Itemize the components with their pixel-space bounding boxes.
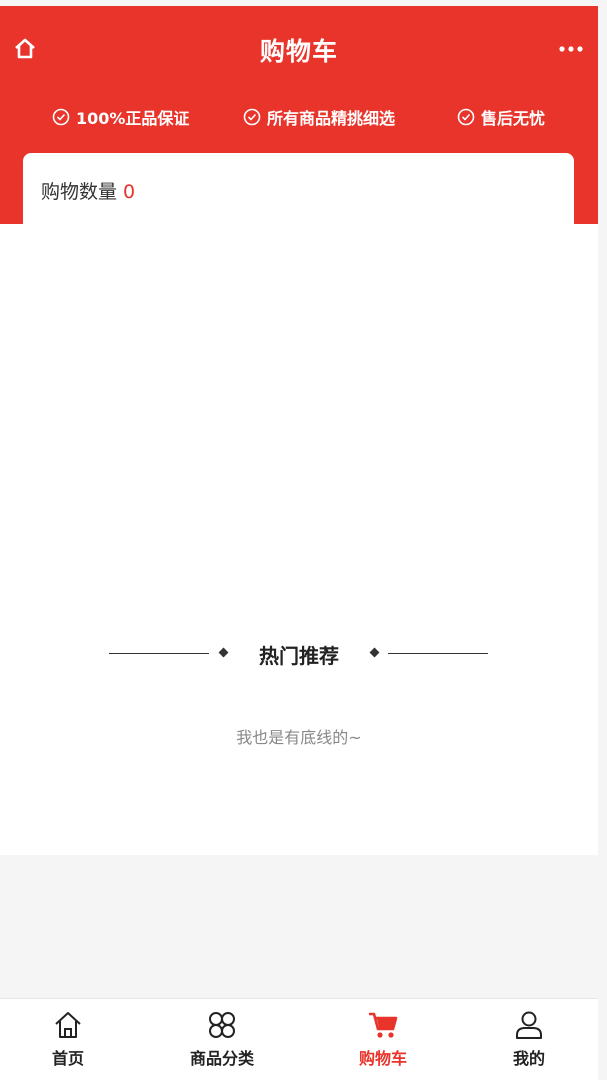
home-icon — [55, 1012, 81, 1038]
check-circle-icon — [457, 108, 475, 126]
tab-profile[interactable]: 我的 — [469, 1009, 589, 1071]
tab-cart[interactable]: 购物车 — [323, 1009, 443, 1071]
guarantee-selected: 所有商品精挑细选 — [243, 104, 395, 130]
cart-count-value: 0 — [123, 181, 136, 203]
cart-icon — [369, 1012, 398, 1038]
guarantee-label: 100%正品保证 — [76, 109, 190, 128]
tab-label: 购物车 — [358, 1049, 407, 1068]
guarantee-bar: 100%正品保证 所有商品精挑细选 售后无忧 — [0, 104, 598, 130]
page-title: 购物车 — [259, 37, 338, 66]
cart-count-card: 购物数量 0 — [23, 153, 574, 225]
tab-home[interactable]: 首页 — [8, 1009, 128, 1071]
cart-content: 热门推荐 我也是有底线的~ — [0, 224, 598, 855]
guarantee-after-sale: 售后无忧 — [457, 104, 545, 130]
recommend-title: 热门推荐 — [259, 644, 339, 668]
tab-label: 商品分类 — [189, 1049, 254, 1068]
guarantee-label: 售后无忧 — [481, 109, 546, 128]
divider-right — [388, 653, 488, 654]
category-icon — [209, 1012, 235, 1038]
check-circle-icon — [243, 108, 261, 126]
more-button[interactable] — [554, 36, 588, 62]
tab-category[interactable]: 商品分类 — [162, 1009, 282, 1071]
user-icon — [516, 1011, 542, 1039]
cart-page: 购物车 100%正品保证 所有商品精挑细选 售后无忧 购物数量 0 热门推荐 我… — [0, 0, 598, 1080]
tab-label: 我的 — [512, 1049, 545, 1068]
guarantee-authentic: 100%正品保证 — [52, 104, 189, 130]
list-end-text: 我也是有底线的~ — [236, 728, 362, 747]
guarantee-label: 所有商品精挑细选 — [267, 109, 396, 128]
cart-count-label: 购物数量 — [41, 181, 118, 203]
recommend-heading: 热门推荐 — [0, 640, 598, 668]
bottom-tabbar: 首页 商品分类 购物车 我的 — [0, 998, 598, 1080]
tab-label: 首页 — [51, 1049, 84, 1068]
more-icon — [559, 46, 583, 52]
check-circle-icon — [52, 108, 70, 126]
